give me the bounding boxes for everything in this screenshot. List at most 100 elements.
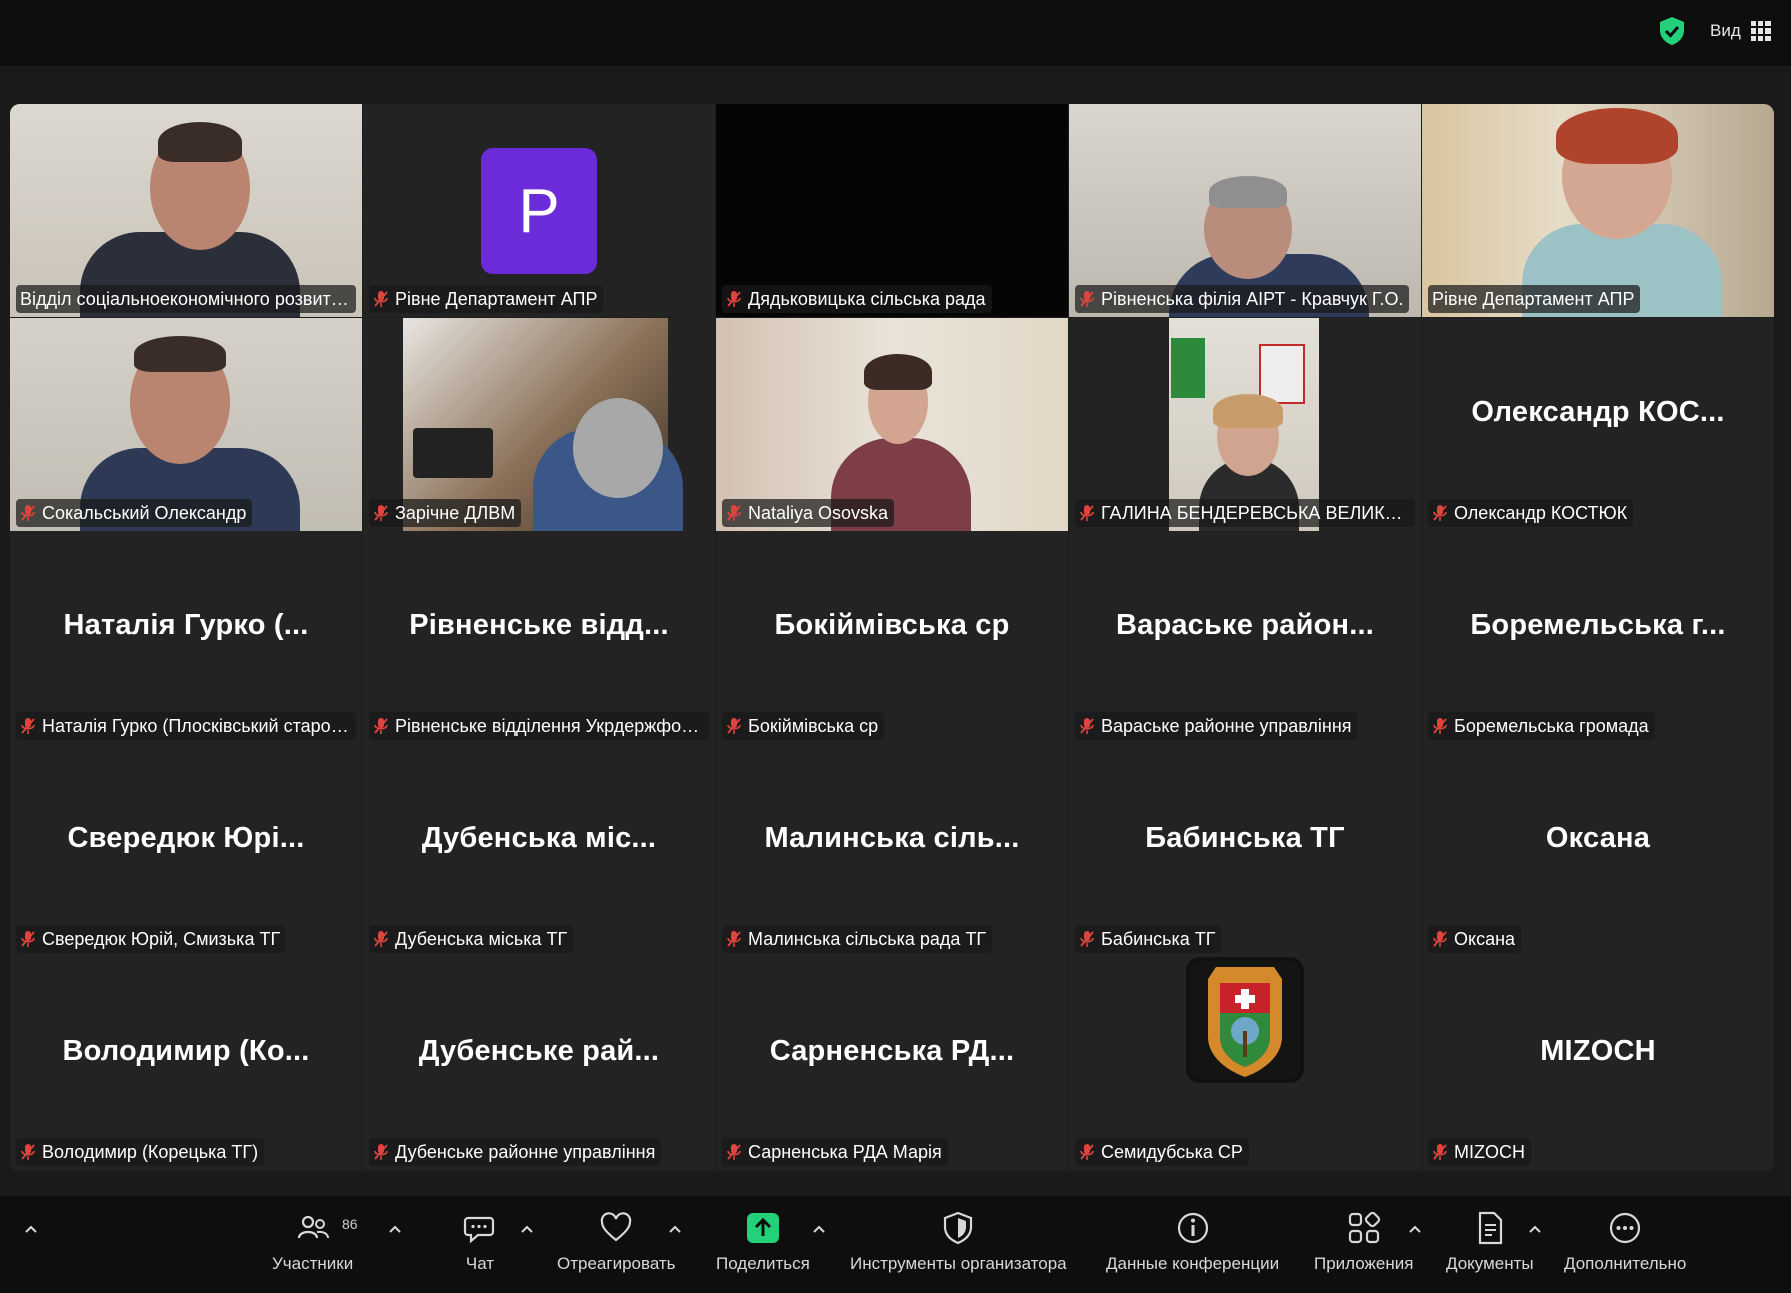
apps-icon — [1348, 1211, 1380, 1244]
chat-label: Чат — [465, 1254, 495, 1273]
participant-name-label: Володимир (Корецька ТГ) — [16, 1138, 265, 1166]
host-tools-button[interactable]: Инструменты организатора — [850, 1210, 1067, 1274]
apps-button[interactable]: Приложения — [1314, 1210, 1413, 1274]
view-button[interactable]: Вид — [1710, 14, 1771, 48]
video-tile[interactable]: Сокальський Олександр — [10, 318, 362, 531]
muted-mic-icon — [1433, 718, 1447, 734]
participant-display-name: Володимир (Ко... — [62, 1035, 310, 1067]
participant-name-label: Зарічне ДЛВМ — [369, 499, 522, 527]
chat-button[interactable]: Чат — [462, 1210, 498, 1274]
video-tile[interactable]: Наталія Гурко (... Наталія Гурко (Плоскі… — [10, 531, 362, 744]
info-icon — [1177, 1212, 1208, 1244]
video-tile[interactable]: Бокіймівська ср Бокіймівська ср — [716, 531, 1068, 744]
muted-mic-icon — [21, 1144, 35, 1160]
meeting-toolbar: Участники 86 Чат Отреагировать Поделитьс… — [0, 1196, 1791, 1293]
participant-name-label: Дядьковицька сільська рада — [722, 285, 992, 313]
muted-mic-icon — [374, 718, 388, 734]
video-tile[interactable]: Дубенське рай... Дубенське районне управ… — [363, 957, 715, 1170]
video-tile[interactable]: Олександр КОС... Олександр КОСТЮК — [1422, 318, 1774, 531]
video-tile[interactable]: Боремельська г... Боремельська громада — [1422, 531, 1774, 744]
video-tile[interactable]: Сарненська РД... Сарненська РДА Марія — [716, 957, 1068, 1170]
participant-display-name: Малинська сіль... — [764, 822, 1020, 854]
react-label: Отреагировать — [557, 1254, 676, 1273]
participant-name-label: Дубенське районне управління — [369, 1138, 662, 1166]
chat-icon — [463, 1216, 495, 1244]
more-button[interactable]: Дополнительно — [1564, 1210, 1686, 1274]
meeting-info-button[interactable]: Данные конференции — [1106, 1210, 1279, 1274]
muted-mic-icon — [727, 1144, 741, 1160]
chevron-up-icon[interactable] — [24, 1224, 38, 1234]
video-tile[interactable]: Вараське район... Вараське районне управ… — [1069, 531, 1421, 744]
share-screen-icon — [746, 1213, 779, 1243]
participants-icon — [297, 1215, 329, 1239]
react-button[interactable]: Отреагировать — [557, 1210, 676, 1274]
video-tile[interactable]: Відділ соціальноекономічного розвитк... — [10, 104, 362, 317]
video-tile[interactable]: MIZOCH MIZOCH — [1422, 957, 1774, 1170]
participant-display-name: Вараське район... — [1115, 609, 1375, 641]
video-tile[interactable]: Рівне Департамент АПР — [1422, 104, 1774, 317]
participant-name-label: Боремельська громада — [1428, 712, 1655, 740]
documents-button[interactable]: Документы — [1446, 1210, 1534, 1274]
muted-mic-icon — [21, 505, 35, 521]
participant-name-label: MIZOCH — [1428, 1138, 1531, 1166]
video-tile[interactable]: Рівненська філія АІРТ - Кравчук Г.О. — [1069, 104, 1421, 317]
video-tile[interactable]: Рівненське відд... Рівненське відділення… — [363, 531, 715, 744]
participant-name-label: Бокіймівська ср — [722, 712, 885, 740]
chevron-up-icon[interactable] — [668, 1224, 682, 1234]
chevron-up-icon[interactable] — [812, 1224, 826, 1234]
video-tile[interactable]: Малинська сіль... Малинська сільська рад… — [716, 744, 1068, 957]
muted-mic-icon — [1433, 931, 1447, 947]
participant-display-name: Оксана — [1545, 822, 1651, 854]
gallery-view: Відділ соціальноекономічного розвитк... … — [10, 104, 1774, 1172]
muted-mic-icon — [374, 931, 388, 947]
video-tile[interactable]: Зарічне ДЛВМ — [363, 318, 715, 531]
video-tile[interactable]: Дядьковицька сільська рада — [716, 104, 1068, 317]
video-tile[interactable]: ГАЛИНА БЕНДЕРЕВСЬКА ВЕЛИКОО... — [1069, 318, 1421, 531]
participant-name-label: Олександр КОСТЮК — [1428, 499, 1634, 527]
share-screen-button[interactable]: Поделиться — [716, 1210, 810, 1274]
video-tile[interactable]: Свередюк Юрі... Свередюк Юрій, Смизька Т… — [10, 744, 362, 957]
participant-name-label: Бабинська ТГ — [1075, 925, 1222, 953]
participant-name-label: Семидубська СР — [1075, 1138, 1249, 1166]
participant-name-label: Свередюк Юрій, Смизька ТГ — [16, 925, 287, 953]
video-tile[interactable]: Оксана Оксана — [1422, 744, 1774, 957]
apps-label: Приложения — [1314, 1254, 1414, 1273]
participant-name-label: Рівне Департамент АПР — [369, 285, 604, 313]
muted-mic-icon — [374, 1144, 388, 1160]
muted-mic-icon — [21, 718, 35, 734]
video-tile[interactable]: Семидубська СР — [1069, 957, 1421, 1170]
participant-display-name: Бокіймівська ср — [774, 609, 1010, 641]
avatar: P — [481, 148, 597, 274]
participant-name-label: Рівне Департамент АПР — [1428, 285, 1641, 313]
video-tile[interactable]: Дубенська міс... Дубенська міська ТГ — [363, 744, 715, 957]
participant-display-name: Олександр КОС... — [1471, 396, 1725, 428]
video-tile[interactable]: Бабинська ТГ Бабинська ТГ — [1069, 744, 1421, 957]
participant-name-label: Дубенська міська ТГ — [369, 925, 574, 953]
coat-of-arms-avatar — [1186, 957, 1304, 1083]
muted-mic-icon — [1080, 1144, 1094, 1160]
muted-mic-icon — [1080, 931, 1094, 947]
participant-name-label: Наталія Гурко (Плосківський старос... — [16, 712, 356, 740]
meeting-info-label: Данные конференции — [1106, 1254, 1280, 1273]
chevron-up-icon[interactable] — [520, 1224, 534, 1234]
muted-mic-icon — [1433, 1144, 1447, 1160]
participant-display-name: Сарненська РД... — [769, 1035, 1015, 1067]
host-tools-label: Инструменты организатора — [850, 1254, 1067, 1273]
muted-mic-icon — [1080, 718, 1094, 734]
video-tile[interactable]: Володимир (Ко... Володимир (Корецька ТГ) — [10, 957, 362, 1170]
muted-mic-icon — [1080, 505, 1094, 521]
video-tile[interactable]: P Рівне Департамент АПР — [363, 104, 715, 317]
shield-icon — [944, 1211, 973, 1245]
share-label: Поделиться — [716, 1254, 810, 1273]
video-tile[interactable]: Nataliya Osovska — [716, 318, 1068, 531]
chevron-up-icon[interactable] — [388, 1224, 402, 1234]
encryption-shield-icon[interactable] — [1658, 16, 1686, 46]
chevron-up-icon[interactable] — [1408, 1224, 1422, 1234]
view-label: Вид — [1710, 21, 1741, 40]
documents-label: Документы — [1446, 1254, 1534, 1273]
more-icon — [1610, 1212, 1641, 1244]
top-bar: Вид — [0, 0, 1791, 66]
chevron-up-icon[interactable] — [1528, 1224, 1542, 1234]
muted-mic-icon — [1080, 291, 1094, 307]
muted-mic-icon — [727, 505, 741, 521]
